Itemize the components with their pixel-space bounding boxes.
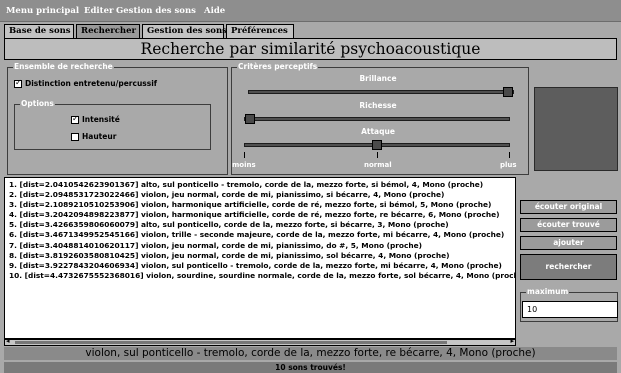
menu-bar: Menu principal Editer Gestion des sons A… bbox=[0, 0, 621, 22]
result-item[interactable]: 2. [dist=2.0948531723022466] violon, jeu… bbox=[9, 190, 515, 200]
ecouter-trouve-button[interactable]: écouter trouvé bbox=[520, 218, 617, 232]
page-title: Recherche par similarité psychoacoustiqu… bbox=[4, 38, 617, 60]
result-item[interactable]: 3. [dist=2.1089210510253906] violon, har… bbox=[9, 200, 515, 210]
scale-label-plus: plus bbox=[500, 161, 517, 169]
options-legend: Options bbox=[20, 99, 55, 108]
results-count-status: 10 sons trouvés! bbox=[4, 362, 617, 373]
rechercher-button[interactable]: rechercher bbox=[520, 254, 617, 280]
attaque-slider-thumb[interactable] bbox=[372, 140, 382, 150]
tab-rechercher[interactable]: Rechercher bbox=[76, 24, 140, 38]
distinction-label: Distinction entretenu/percussif bbox=[25, 79, 158, 88]
attaque-slider[interactable] bbox=[244, 140, 510, 150]
tab-base-de-sons[interactable]: Base de sons bbox=[4, 24, 74, 38]
hauteur-checkbox[interactable] bbox=[71, 133, 79, 141]
result-item[interactable]: 7. [dist=3.4048814010620117] violon, jeu… bbox=[9, 241, 515, 251]
result-item[interactable]: 8. [dist=3.8192603580810425] violon, jeu… bbox=[9, 251, 515, 261]
result-item[interactable]: 9. [dist=3.9227843204606934] violon, sul… bbox=[9, 261, 515, 271]
brillance-slider[interactable] bbox=[248, 87, 514, 97]
results-list[interactable]: 1. [dist=2.0410542623901367] alto, sul p… bbox=[4, 177, 516, 339]
attaque-label: Attaque bbox=[361, 127, 395, 136]
brillance-slider-thumb[interactable] bbox=[503, 87, 513, 97]
richesse-label: Richesse bbox=[359, 101, 397, 110]
ajouter-button[interactable]: ajouter bbox=[520, 236, 617, 250]
criteres-perceptifs-group: Critères perceptifs bbox=[231, 62, 529, 175]
scroll-left-icon[interactable]: ◂ bbox=[6, 337, 10, 345]
scale-label-moins: moins bbox=[232, 161, 256, 169]
maximum-input[interactable]: 10 bbox=[522, 301, 618, 318]
intensite-checkbox[interactable] bbox=[71, 114, 79, 124]
tab-preferences[interactable]: Préférences bbox=[226, 24, 294, 38]
richesse-slider-thumb[interactable] bbox=[245, 114, 255, 124]
result-item[interactable]: 10. [dist=4.4732675552368016] violon, so… bbox=[9, 271, 515, 281]
ecouter-original-button[interactable]: écouter original bbox=[520, 200, 617, 214]
scale-tick-moins bbox=[244, 152, 245, 158]
menu-aide[interactable]: Aide bbox=[204, 6, 225, 16]
tab-gestion-des-sons[interactable]: Gestion des sons bbox=[142, 24, 227, 38]
richesse-slider[interactable] bbox=[244, 114, 510, 124]
criteres-legend: Critères perceptifs bbox=[237, 62, 319, 71]
scale-tick-normal bbox=[377, 152, 378, 158]
intensite-label: Intensité bbox=[82, 115, 120, 124]
sound-preview-panel bbox=[534, 87, 618, 171]
selected-sound-status: violon, sul ponticello - tremolo, corde … bbox=[4, 347, 617, 360]
scale-label-normal: normal bbox=[364, 161, 392, 169]
result-item[interactable]: 4. [dist=3.2042094898223877] violon, har… bbox=[9, 210, 515, 220]
maximum-legend: maximum bbox=[526, 287, 570, 296]
result-item[interactable]: 5. [dist=3.4266359806060079] alto, sul p… bbox=[9, 220, 515, 230]
menu-gestion-des-sons[interactable]: Gestion des sons bbox=[116, 6, 196, 16]
menu-principal[interactable]: Menu principal bbox=[6, 6, 79, 16]
ensemble-de-recherche-group: Ensemble de recherche Distinction entret… bbox=[7, 62, 228, 175]
brillance-label: Brillance bbox=[359, 74, 397, 83]
scale-tick-plus bbox=[509, 152, 510, 158]
options-group: Options Intensité Hauteur bbox=[14, 99, 211, 150]
result-item[interactable]: 6. [dist=3.4671349952545166] violon, tri… bbox=[9, 230, 515, 240]
hauteur-label: Hauteur bbox=[82, 132, 117, 141]
distinction-checkbox[interactable] bbox=[14, 78, 22, 88]
menu-editer[interactable]: Editer bbox=[84, 6, 113, 16]
ensemble-legend: Ensemble de recherche bbox=[13, 62, 114, 71]
scrollbar-thumb[interactable] bbox=[15, 341, 447, 344]
scroll-right-icon[interactable]: ▸ bbox=[510, 337, 514, 345]
results-horizontal-scrollbar[interactable]: ◂ ▸ bbox=[4, 337, 516, 346]
result-item[interactable]: 1. [dist=2.0410542623901367] alto, sul p… bbox=[9, 180, 515, 190]
